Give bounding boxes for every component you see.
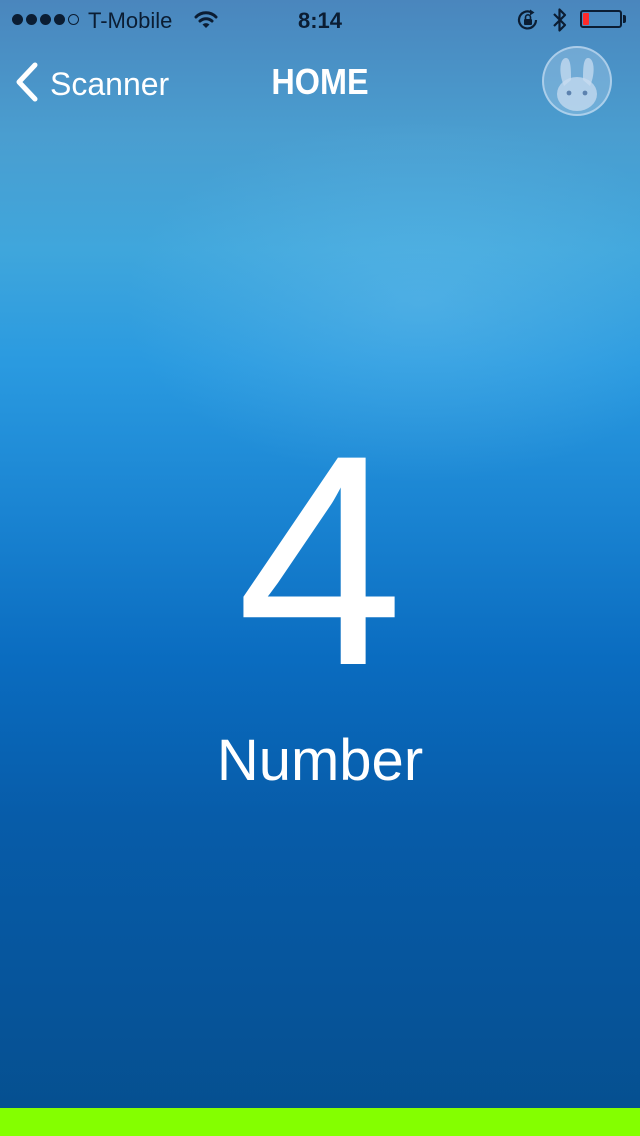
page-title: HOME [271,61,369,102]
bottom-accent-bar [0,1108,640,1136]
rotation-lock-icon [516,9,540,37]
bunny-avatar-icon[interactable] [542,46,612,116]
battery-icon [580,10,622,28]
battery-level [583,13,589,25]
main-value-label: Number [216,728,424,793]
status-bar: T-Mobile 8:14 [0,0,640,40]
status-time: 8:14 [297,8,343,33]
main-value: 4 [236,392,404,728]
battery-tip [623,15,626,23]
bluetooth-icon [552,7,568,39]
